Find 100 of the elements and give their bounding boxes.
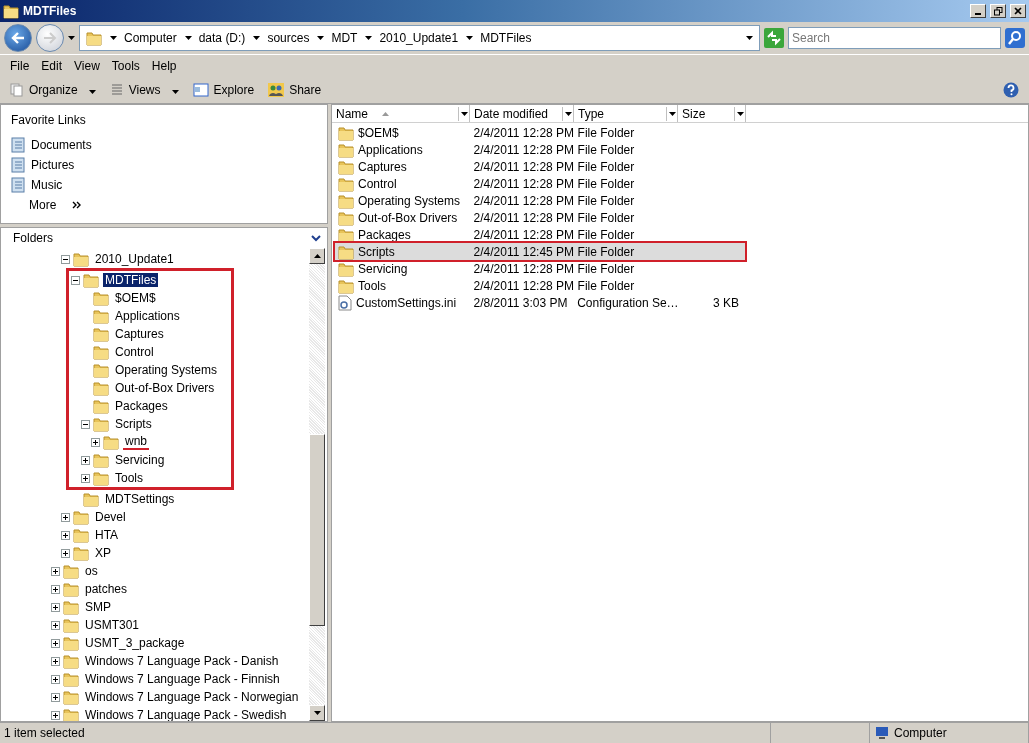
tree-item[interactable]: USMT301 — [83, 618, 142, 632]
tree-item[interactable]: patches — [83, 582, 130, 596]
scroll-down-button[interactable] — [309, 705, 325, 721]
tree-item[interactable]: Control — [113, 345, 156, 359]
refresh-button[interactable] — [764, 28, 784, 48]
toolbar-button[interactable]: Share — [268, 81, 322, 99]
chevron-icon[interactable] — [311, 234, 321, 242]
file-row[interactable]: Control 2/4/2011 12:28 PM File Folder — [335, 175, 745, 192]
menu-item[interactable]: Tools — [105, 59, 146, 73]
breadcrumb-link[interactable]: Computer — [124, 31, 177, 45]
tree-item[interactable]: XP — [93, 546, 113, 560]
tree-item[interactable]: MDTFiles — [103, 273, 159, 287]
tree-item[interactable]: Servicing — [113, 453, 167, 467]
more-link[interactable]: More — [11, 197, 317, 213]
minimize-button[interactable] — [970, 4, 986, 18]
pages-icon — [10, 83, 24, 97]
folder-icon — [63, 599, 79, 615]
file-row[interactable]: Applications 2/4/2011 12:28 PM File Folder — [335, 141, 745, 158]
status-location: Computer — [894, 726, 947, 740]
expand-toggle[interactable] — [61, 548, 70, 558]
collapse-toggle[interactable] — [61, 254, 70, 264]
folder-icon — [73, 509, 89, 525]
breadcrumb-link[interactable]: MDTFiles — [480, 31, 532, 45]
breadcrumb-link[interactable]: data (D:) — [198, 31, 246, 45]
favorite-link[interactable]: Pictures — [11, 157, 317, 173]
expand-toggle[interactable] — [51, 566, 60, 576]
tree-item[interactable]: Out-of-Box Drivers — [113, 381, 217, 395]
tree-item[interactable]: Captures — [113, 327, 166, 341]
menu-item[interactable]: Help — [145, 59, 183, 73]
forward-button[interactable] — [36, 24, 64, 52]
tree-item[interactable]: MDTSettings — [103, 492, 177, 506]
tree-item[interactable]: Packages — [113, 399, 170, 413]
expand-toggle[interactable] — [51, 674, 60, 684]
plus-icon — [53, 604, 58, 610]
column-header[interactable]: Name — [332, 105, 470, 122]
breadcrumb-link[interactable]: MDT — [331, 31, 358, 45]
toolbar-button[interactable]: Views — [109, 81, 179, 99]
expand-toggle[interactable] — [81, 455, 90, 465]
file-row[interactable]: Packages 2/4/2011 12:28 PM File Folder — [335, 226, 745, 243]
tree-item[interactable]: USMT_3_package — [83, 636, 187, 650]
tree-item[interactable]: Windows 7 Language Pack - Norwegian — [83, 690, 301, 704]
file-row[interactable]: CustomSettings.ini 2/8/2011 3:03 PM Configuration Se… 3 KB — [335, 294, 745, 311]
toolbar-button[interactable]: Organize — [10, 81, 96, 99]
file-row[interactable]: Scripts 2/4/2011 12:45 PM File Folder — [335, 243, 745, 260]
favorite-link[interactable]: Documents — [11, 137, 317, 153]
breadcrumb-link[interactable]: 2010_Update1 — [379, 31, 459, 45]
column-header[interactable]: Type — [574, 105, 678, 122]
expand-toggle[interactable] — [51, 602, 60, 612]
search-button[interactable] — [1005, 28, 1025, 48]
menu-item[interactable]: View — [68, 59, 106, 73]
tree-item[interactable]: HTA — [93, 528, 121, 542]
tree-item[interactable]: Tools — [113, 471, 145, 485]
tree-item[interactable]: $OEM$ — [113, 291, 158, 305]
tree-item[interactable]: Operating Systems — [113, 363, 220, 377]
tree-item[interactable]: Scripts — [113, 417, 154, 431]
expand-toggle[interactable] — [51, 638, 60, 648]
collapse-toggle[interactable] — [71, 275, 80, 285]
tree-item[interactable]: Windows 7 Language Pack - Danish — [83, 654, 281, 668]
tree-item[interactable]: SMP — [83, 600, 113, 614]
plus-icon — [53, 676, 58, 682]
tree-item[interactable]: 2010_Update1 — [93, 252, 176, 266]
menu-item[interactable]: File — [4, 59, 36, 73]
expand-toggle[interactable] — [51, 656, 60, 666]
tree-item[interactable]: wnb — [123, 434, 149, 450]
tree-item[interactable]: os — [83, 564, 100, 578]
folder-icon — [338, 243, 354, 260]
expand-toggle[interactable] — [51, 584, 60, 594]
favorite-link[interactable]: Music — [11, 177, 317, 193]
tree-item[interactable]: Devel — [93, 510, 128, 524]
help-icon[interactable] — [1003, 82, 1019, 98]
tree-item[interactable]: Applications — [113, 309, 182, 323]
menu-item[interactable]: Edit — [35, 59, 69, 73]
expand-toggle[interactable] — [51, 692, 60, 702]
scrollbar[interactable] — [309, 248, 325, 721]
file-row[interactable]: Out-of-Box Drivers 2/4/2011 12:28 PM File Folder — [335, 209, 745, 226]
folder-icon — [338, 158, 354, 175]
expand-toggle[interactable] — [91, 437, 100, 447]
scroll-up-button[interactable] — [309, 248, 325, 264]
expand-toggle[interactable] — [51, 620, 60, 630]
breadcrumb-link[interactable]: sources — [267, 31, 310, 45]
file-row[interactable]: Captures 2/4/2011 12:28 PM File Folder — [335, 158, 745, 175]
tree-item[interactable]: Windows 7 Language Pack - Finnish — [83, 672, 282, 686]
collapse-toggle[interactable] — [81, 419, 90, 429]
address-field[interactable]: Computer data (D:) sources MDT 2010_Update1 MDTFiles — [79, 25, 760, 51]
expand-toggle[interactable] — [81, 473, 90, 483]
close-button[interactable] — [1010, 4, 1026, 18]
tree-item[interactable]: Windows 7 Language Pack - Swedish — [83, 708, 289, 721]
restore-button[interactable] — [990, 4, 1006, 18]
file-row[interactable]: Operating Systems 2/4/2011 12:28 PM File Folder — [335, 192, 745, 209]
search-field[interactable]: Search — [788, 27, 1001, 49]
file-row[interactable]: Tools 2/4/2011 12:28 PM File Folder — [335, 277, 745, 294]
toolbar-button[interactable]: Explore — [192, 81, 255, 99]
expand-toggle[interactable] — [61, 512, 70, 522]
expand-toggle[interactable] — [51, 710, 60, 720]
file-row[interactable]: Servicing 2/4/2011 12:28 PM File Folder — [335, 260, 745, 277]
back-button[interactable] — [4, 24, 32, 52]
column-header[interactable]: Size — [678, 105, 746, 122]
file-row[interactable]: $OEM$ 2/4/2011 12:28 PM File Folder — [335, 124, 745, 141]
column-header[interactable]: Date modified — [470, 105, 574, 122]
expand-toggle[interactable] — [61, 530, 70, 540]
